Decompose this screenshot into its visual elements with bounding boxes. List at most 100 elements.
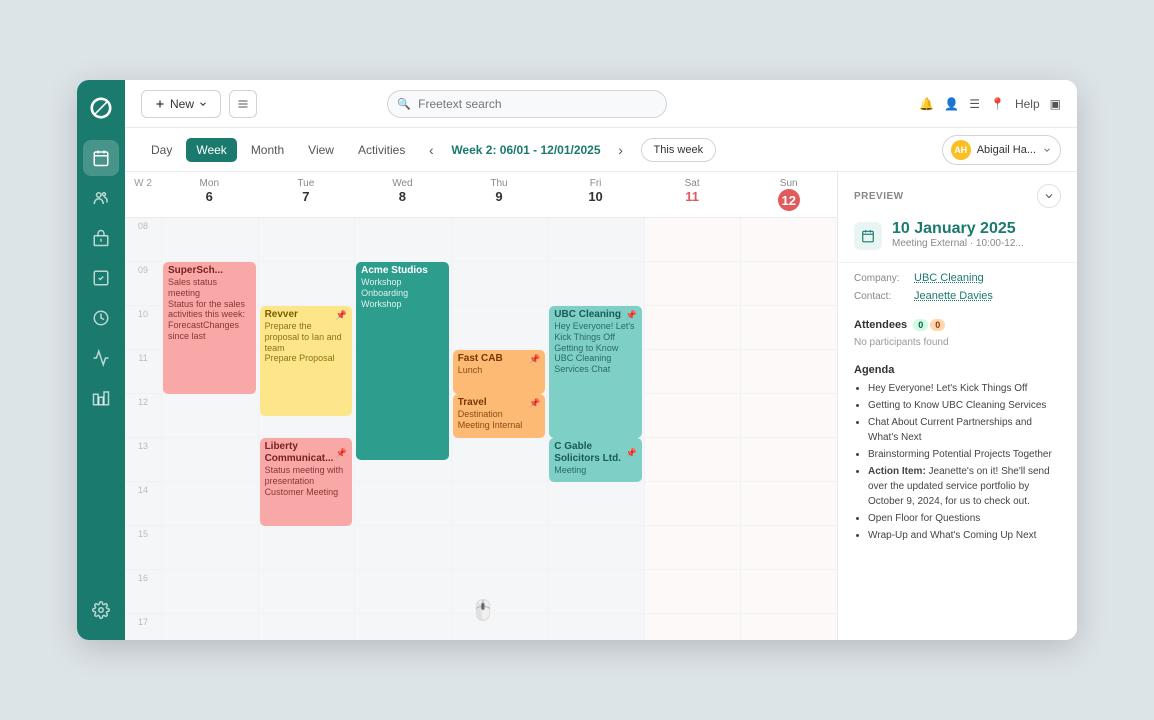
sidebar-item-reports[interactable]	[83, 340, 119, 376]
tab-month[interactable]: Month	[241, 138, 294, 162]
time-14: 14	[125, 482, 161, 526]
cell-thu-10	[451, 306, 548, 350]
cell-sun-10	[740, 306, 837, 350]
event-ubc[interactable]: UBC Cleaning 📌 Hey Everyone! Let's Kick …	[549, 306, 642, 438]
cell-sat-09	[644, 262, 741, 306]
next-week-button[interactable]: ›	[609, 138, 633, 162]
chevron-down-icon	[1042, 145, 1052, 155]
company-label: Company:	[854, 273, 906, 284]
contact-value[interactable]: Jeanette Davies	[914, 290, 993, 302]
event-sub-ubc: Hey Everyone! Let's Kick Things Off Gett…	[554, 321, 637, 375]
event-fastcab[interactable]: Fast CAB 📌 Lunch	[453, 350, 546, 394]
notification-icon[interactable]: 🔔	[919, 97, 934, 111]
user-name: Abigail Ha...	[977, 144, 1036, 156]
cell-wed-16	[354, 570, 451, 614]
sidebar	[77, 80, 125, 640]
event-title-revver: Revver	[265, 309, 298, 321]
search-input[interactable]	[387, 90, 667, 118]
time-10: 10	[125, 306, 161, 350]
event-title-liberty: Liberty Communicat...	[265, 441, 336, 465]
menu-icon[interactable]: ☰	[969, 97, 980, 111]
cell-sat-15	[644, 526, 741, 570]
cal-header: Day Week Month View Activities ‹ Week 2:…	[125, 128, 1077, 172]
location-icon[interactable]: 📍	[990, 97, 1005, 111]
agenda-item: Wrap-Up and What's Coming Up Next	[868, 527, 1061, 544]
time-grid-scroll[interactable]: 08 09	[125, 218, 837, 640]
event-details-section: Company: UBC Cleaning Contact: Jeanette …	[838, 262, 1077, 311]
cell-thu-15	[451, 526, 548, 570]
cell-sat-10	[644, 306, 741, 350]
new-button[interactable]: New	[141, 90, 221, 118]
panel-header: PREVIEW	[838, 172, 1077, 216]
event-revver[interactable]: Revver 📌 Prepare the proposal to Ian and…	[260, 306, 353, 416]
cell-wed-08	[354, 218, 451, 262]
sidebar-item-contacts[interactable]	[83, 180, 119, 216]
event-sub2-revver: Prepare Proposal	[265, 353, 348, 364]
cell-sat-13	[644, 438, 741, 482]
sidebar-item-calendar[interactable]	[83, 140, 119, 176]
agenda-item: Chat About Current Partnerships and What…	[868, 414, 1061, 446]
avatar: AH	[951, 140, 971, 160]
day-header-wed: Wed 8	[354, 172, 451, 217]
event-title-acme: Acme Studios	[361, 265, 444, 277]
time-08: 08	[125, 218, 161, 262]
agenda-title: Agenda	[838, 356, 1077, 380]
collapse-button[interactable]	[1037, 184, 1061, 208]
tab-day[interactable]: Day	[141, 138, 182, 162]
event-liberty[interactable]: Liberty Communicat... 📌 Status meeting w…	[260, 438, 353, 526]
cell-mon-13	[161, 438, 258, 482]
event-sub-supersch: Sales status meeting	[168, 277, 251, 299]
panel-event-header: 10 January 2025 Meeting External · 10:00…	[838, 216, 1077, 262]
cell-sat-12	[644, 394, 741, 438]
day-header-mon: Mon 6	[161, 172, 258, 217]
user-icon[interactable]: 👤	[944, 97, 959, 111]
plus-icon	[154, 98, 166, 110]
sidebar-item-companies[interactable]	[83, 220, 119, 256]
cal-body: W 2 Mon 6 Tue 7 Wed 8 Thu 9	[125, 172, 1077, 640]
toolbar-right: 🔔 👤 ☰ 📍 Help ▣	[919, 97, 1061, 111]
dropdown-arrow-icon	[198, 99, 208, 109]
right-panel: PREVIEW 10 January 2025 Meeting External…	[837, 172, 1077, 640]
tab-view[interactable]: View	[298, 138, 344, 162]
time-16: 16	[125, 570, 161, 614]
day-header-sun: Sun 12	[740, 172, 837, 217]
prev-week-button[interactable]: ‹	[419, 138, 443, 162]
tab-week[interactable]: Week	[186, 138, 236, 162]
company-value[interactable]: UBC Cleaning	[914, 272, 984, 284]
help-label[interactable]: Help	[1015, 97, 1040, 111]
sidebar-item-sales[interactable]	[83, 380, 119, 416]
app-logo	[85, 92, 117, 124]
no-participants-text: No participants found	[838, 335, 1077, 356]
event-sub-revver: Prepare the proposal to Ian and team	[265, 321, 348, 353]
tab-activities[interactable]: Activities	[348, 138, 415, 162]
cell-wed-17	[354, 614, 451, 640]
cell-sat-17	[644, 614, 741, 640]
cell-mon-16	[161, 570, 258, 614]
event-title-cgable: C Gable Solicitors Ltd.	[554, 441, 625, 465]
cell-fri-14	[547, 482, 644, 526]
cell-sun-09	[740, 262, 837, 306]
sidebar-item-deals[interactable]	[83, 300, 119, 336]
attendees-total: 0	[930, 319, 945, 331]
cell-thu-09	[451, 262, 548, 306]
cell-fri-15	[547, 526, 644, 570]
event-acme[interactable]: Acme Studios Workshop Onboarding Worksho…	[356, 262, 449, 460]
sidebar-toggle-icon[interactable]: ▣	[1050, 97, 1061, 111]
event-cgable[interactable]: C Gable Solicitors Ltd. 📌 Meeting	[549, 438, 642, 482]
sidebar-item-tasks[interactable]	[83, 260, 119, 296]
event-title-supersch: SuperSch...	[168, 265, 251, 277]
user-filter[interactable]: AH Abigail Ha...	[942, 135, 1061, 165]
event-supersch[interactable]: SuperSch... Sales status meeting Status …	[163, 262, 256, 394]
cell-fri-09	[547, 262, 644, 306]
event-travel[interactable]: Travel 📌 Destination Meeting Internal	[453, 394, 546, 438]
sidebar-item-settings[interactable]	[83, 592, 119, 628]
cell-fri-17	[547, 614, 644, 640]
agenda-item: Getting to Know UBC Cleaning Services	[868, 397, 1061, 414]
contact-label: Contact:	[854, 291, 906, 302]
list-view-button[interactable]	[229, 90, 257, 118]
agenda-item: Hey Everyone! Let's Kick Things Off	[868, 380, 1061, 397]
time-15: 15	[125, 526, 161, 570]
this-week-button[interactable]: This week	[641, 138, 717, 162]
cell-sat-16	[644, 570, 741, 614]
cell-tue-08	[258, 218, 355, 262]
